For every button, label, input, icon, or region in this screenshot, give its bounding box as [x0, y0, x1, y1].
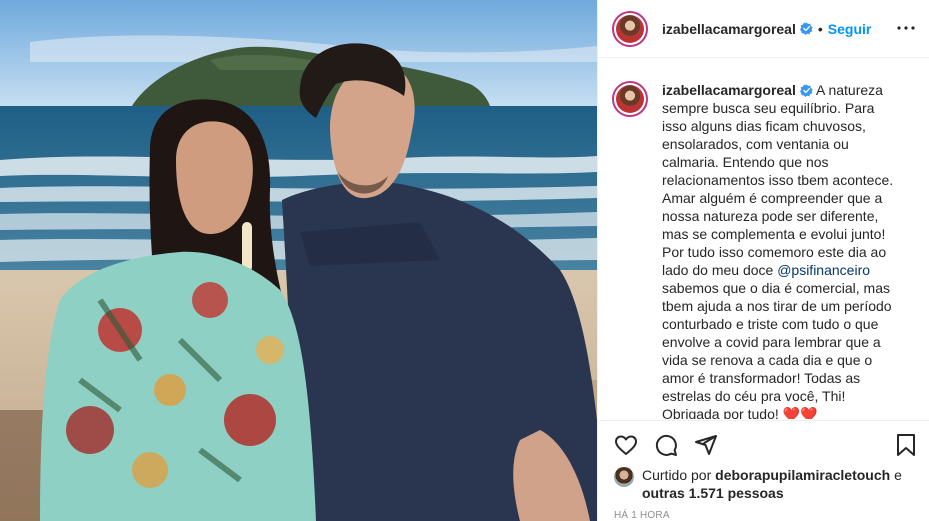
post-actions: Curtido por deborapupilamiracletouch e ou… — [598, 420, 929, 510]
header-username[interactable]: izabellacamargoreal — [662, 21, 796, 37]
comment-icon[interactable] — [654, 433, 678, 457]
caption-avatar[interactable] — [612, 81, 648, 117]
caption-text: izabellacamargoreal A natureza sempre bu… — [662, 81, 902, 419]
likes-text: Curtido por deborapupilamiracletouch e ou… — [642, 466, 912, 502]
share-icon[interactable] — [694, 433, 718, 457]
hearts-emoji: ❤️❤️ — [782, 406, 818, 419]
likes-mid: e — [890, 467, 902, 483]
caption-body: A natureza sempre busca seu equilíbrio. … — [662, 82, 897, 278]
likes-prefix: Curtido por — [642, 467, 716, 483]
likes-summary: Curtido por deborapupilamiracletouch e ou… — [614, 466, 914, 502]
caption-username[interactable]: izabellacamargoreal — [662, 82, 796, 98]
liker-username[interactable]: deborapupilamiracletouch — [715, 467, 890, 483]
header-avatar[interactable] — [612, 10, 648, 47]
caption-area[interactable]: izabellacamargoreal A natureza sempre bu… — [598, 59, 929, 419]
caption-body-tail: sabemos que o dia é comercial, mas tbem … — [662, 280, 892, 419]
separator-dot: • — [817, 20, 823, 37]
save-bookmark-icon[interactable] — [894, 433, 918, 457]
likes-others[interactable]: outras 1.571 pessoas — [642, 485, 784, 501]
post-photo[interactable] — [0, 0, 597, 521]
post-timestamp[interactable]: HÁ 1 HORA — [614, 511, 670, 521]
caption-comment: izabellacamargoreal A natureza sempre bu… — [612, 81, 916, 419]
verified-badge-icon — [799, 22, 813, 35]
follow-button[interactable]: Seguir — [828, 21, 872, 37]
action-icons — [614, 433, 718, 457]
post-header: izabellacamargoreal • Seguir — [598, 0, 929, 58]
like-heart-icon[interactable] — [614, 433, 638, 457]
liker-avatar[interactable] — [614, 467, 634, 487]
mention-link[interactable]: @psifinanceiro — [777, 262, 870, 278]
post-side-panel: izabellacamargoreal • Seguir izabellacam… — [597, 0, 929, 521]
more-options-icon[interactable] — [896, 20, 916, 36]
verified-badge-icon — [799, 84, 813, 97]
